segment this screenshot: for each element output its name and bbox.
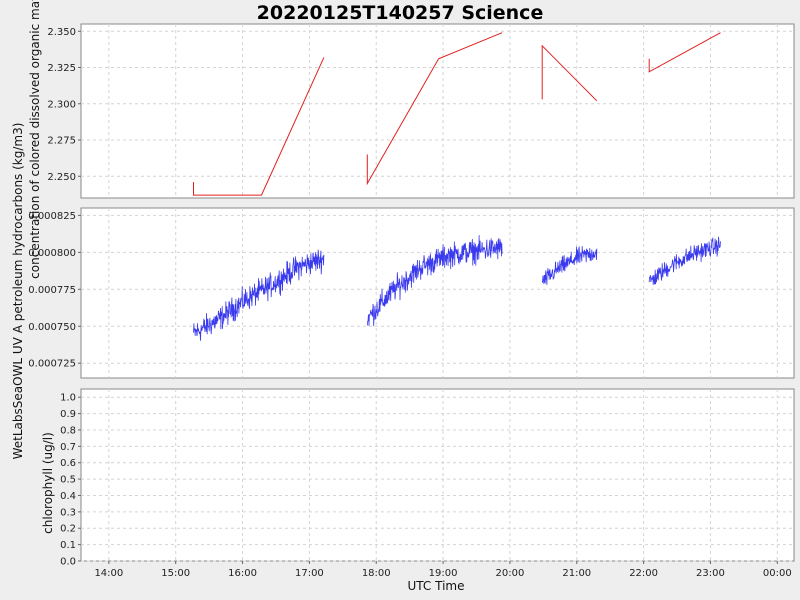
x-tick-label: 20:00 (496, 568, 525, 579)
y-tick-label: 0.9 (60, 409, 76, 420)
y-axis-label-3: chlorophyll (ug/l) (41, 432, 55, 534)
x-tick-label: 14:00 (94, 568, 123, 579)
y-tick-label: 2.275 (47, 136, 76, 147)
x-tick-label: 17:00 (295, 568, 324, 579)
y-tick-label: 0.000750 (28, 322, 76, 333)
y-tick-label: 1.0 (60, 393, 76, 404)
y-tick-label: 0.8 (60, 425, 76, 436)
y-tick-label: 2.325 (47, 63, 76, 74)
x-tick-label: 19:00 (429, 568, 458, 579)
x-axis-label: UTC Time (408, 579, 465, 593)
x-tick-label: 15:00 (161, 568, 190, 579)
y-tick-label: 0.000725 (28, 359, 76, 370)
y-axis-labels: concentration of colored dissolved organ… (11, 0, 55, 534)
plot-area (80, 23, 795, 199)
panel-1: 2.250 2.275 2.300 2.325 2.350 (47, 23, 795, 199)
y-axis-label-2: WetLabsSeaOWL UV A petroleum hydrocarbon… (11, 123, 25, 460)
panel-2: 0.0007250.0007500.0007750.0008000.000825 (28, 207, 795, 379)
y-tick-label: 0.1 (60, 540, 76, 551)
y-tick-label: 0.6 (60, 458, 76, 469)
y-tick-label: 0.000775 (28, 285, 76, 296)
x-tick-label: 00:00 (763, 568, 792, 579)
y-tick-label: 0.5 (60, 475, 76, 486)
y-tick-label: 2.300 (47, 99, 76, 110)
y-tick-label: 0.7 (60, 442, 76, 453)
x-tick-label: 22:00 (629, 568, 658, 579)
y-tick-label: 0.0 (60, 557, 76, 568)
y-tick-label: 0.2 (60, 524, 76, 535)
x-tick-label: 21:00 (562, 568, 591, 579)
plot-panels: 2.250 2.275 2.300 2.325 2.350 0.000725 0.00075… (28, 23, 795, 579)
panel-3: 0.0 0.1 0.2 0.3 0.4 0.5 0.6 0.7 0.8 0.9 1.0 (60, 388, 795, 568)
y-tick-label: 2.250 (47, 172, 76, 183)
y-axis-label-1: concentration of colored dissolved organ… (28, 0, 42, 279)
science-chart: 20220125T140257 Science 2.2502.2752.3002… (11, 0, 795, 593)
x-tick-label: 16:00 (228, 568, 257, 579)
x-tick-label: 18:00 (362, 568, 391, 579)
y-tick-label: 2.350 (47, 27, 76, 38)
plot-area (80, 207, 795, 379)
y-tick-label: 0.4 (60, 491, 76, 502)
plot-area (80, 388, 795, 562)
x-tick-label: 23:00 (696, 568, 725, 579)
y-tick-label: 0.3 (60, 507, 76, 518)
chart-title: 20220125T140257 Science (257, 2, 544, 24)
